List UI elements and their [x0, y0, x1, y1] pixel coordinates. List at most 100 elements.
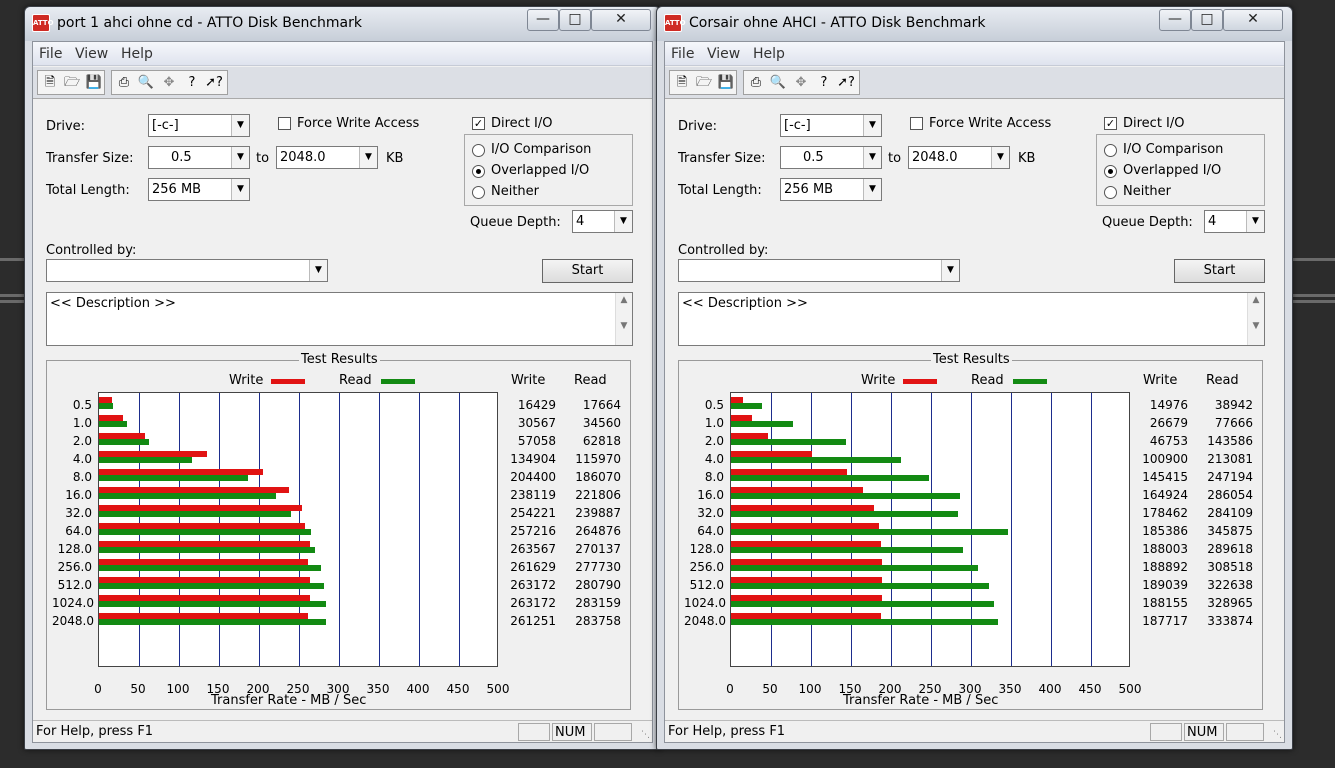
- total-length-select[interactable]: 256 MB ▼: [780, 178, 882, 201]
- queue-depth-value: 4: [576, 214, 585, 229]
- menu-file[interactable]: File: [39, 46, 62, 62]
- save-icon[interactable]: 💾: [84, 74, 104, 92]
- x-tick-label: 300: [958, 682, 982, 696]
- print-icon[interactable]: ⎙: [746, 74, 766, 92]
- context-help-icon[interactable]: ➚?: [204, 74, 224, 92]
- transfer-to-select[interactable]: 2048.0 ▼: [908, 146, 1010, 169]
- chevron-down-icon[interactable]: ▼: [614, 211, 632, 232]
- maximize-button[interactable]: □: [1191, 9, 1223, 31]
- io-mode-radio-1[interactable]: [1104, 165, 1117, 178]
- chevron-down-icon[interactable]: ▼: [309, 260, 327, 281]
- help-icon[interactable]: ?: [182, 74, 202, 92]
- direct-io-checkbox[interactable]: ✓: [1104, 117, 1117, 130]
- io-mode-radio-1[interactable]: [472, 165, 485, 178]
- io-mode-radio-0[interactable]: [472, 144, 485, 157]
- chevron-down-icon[interactable]: ▼: [941, 260, 959, 281]
- minimize-button[interactable]: —: [1159, 9, 1191, 31]
- open-folder-icon[interactable]: 🗁: [62, 74, 82, 92]
- scroll-up-icon[interactable]: ▲: [616, 295, 632, 305]
- chevron-down-icon[interactable]: ▼: [359, 147, 377, 168]
- scroll-down-icon[interactable]: ▼: [1248, 321, 1264, 331]
- resize-grip-icon[interactable]: ⋱: [1273, 730, 1282, 740]
- chevron-down-icon[interactable]: ▼: [991, 147, 1009, 168]
- help-icon[interactable]: ?: [814, 74, 834, 92]
- chevron-down-icon[interactable]: ▼: [231, 147, 249, 168]
- read-bar: [731, 439, 846, 445]
- menu-view[interactable]: View: [75, 46, 108, 62]
- read-value: 115970: [575, 452, 621, 466]
- status-text: For Help, press F1: [668, 724, 786, 739]
- transfer-from-select[interactable]: 0.5 ▼: [148, 146, 250, 169]
- move-icon[interactable]: ✥: [159, 74, 179, 92]
- close-button[interactable]: ✕: [1223, 9, 1283, 31]
- close-button[interactable]: ✕: [591, 9, 651, 31]
- title-bar[interactable]: ATTO Corsair ohne AHCI - ATTO Disk Bench…: [657, 7, 1292, 41]
- open-folder-icon[interactable]: 🗁: [694, 74, 714, 92]
- force-write-checkbox[interactable]: [278, 117, 291, 130]
- transfer-to-value: 2048.0: [912, 150, 958, 165]
- read-value: 221806: [575, 488, 621, 502]
- controlled-by-select[interactable]: ▼: [678, 259, 960, 282]
- io-mode-radio-2[interactable]: [472, 186, 485, 199]
- category-label: 256.0: [57, 560, 92, 574]
- force-write-checkbox[interactable]: [910, 117, 923, 130]
- minimize-button[interactable]: —: [527, 9, 559, 31]
- print-preview-icon[interactable]: 🔍: [768, 74, 788, 92]
- new-file-icon[interactable]: 🗎: [672, 74, 692, 92]
- transfer-to-select[interactable]: 2048.0 ▼: [276, 146, 378, 169]
- io-mode-radio-0[interactable]: [1104, 144, 1117, 157]
- x-tick-label: 400: [406, 682, 430, 696]
- context-help-icon[interactable]: ➚?: [836, 74, 856, 92]
- benchmark-window: ATTO Corsair ohne AHCI - ATTO Disk Bench…: [656, 6, 1293, 750]
- save-icon[interactable]: 💾: [716, 74, 736, 92]
- queue-depth-select[interactable]: 4 ▼: [572, 210, 633, 233]
- scroll-down-icon[interactable]: ▼: [616, 321, 632, 331]
- direct-io-checkbox[interactable]: ✓: [472, 117, 485, 130]
- read-value: 284109: [1207, 506, 1253, 520]
- queue-depth-select[interactable]: 4 ▼: [1204, 210, 1265, 233]
- description-box[interactable]: << Description >> ▲ ▼: [46, 292, 633, 346]
- print-preview-icon[interactable]: 🔍: [136, 74, 156, 92]
- maximize-icon: □: [568, 11, 582, 27]
- chevron-down-icon[interactable]: ▼: [1246, 211, 1264, 232]
- controlled-by-select[interactable]: ▼: [46, 259, 328, 282]
- drive-select[interactable]: [-c-] ▼: [148, 114, 250, 137]
- chevron-down-icon[interactable]: ▼: [231, 115, 249, 136]
- scroll-up-icon[interactable]: ▲: [1248, 295, 1264, 305]
- io-mode-radio-2[interactable]: [1104, 186, 1117, 199]
- read-value: 17664: [582, 398, 621, 412]
- description-scrollbar[interactable]: ▲ ▼: [1247, 293, 1264, 345]
- status-num: NUM: [555, 725, 586, 740]
- menu-view[interactable]: View: [707, 46, 740, 62]
- x-tick-label: 100: [798, 682, 822, 696]
- chevron-down-icon[interactable]: ▼: [863, 115, 881, 136]
- maximize-button[interactable]: □: [559, 9, 591, 31]
- drive-select[interactable]: [-c-] ▼: [780, 114, 882, 137]
- start-button[interactable]: Start: [1174, 259, 1265, 283]
- x-tick-label: 250: [918, 682, 942, 696]
- grid-line: [1011, 393, 1012, 666]
- transfer-from-select[interactable]: 0.5 ▼: [780, 146, 882, 169]
- menu-help[interactable]: Help: [121, 46, 153, 62]
- x-tick-label: 450: [446, 682, 470, 696]
- chevron-down-icon[interactable]: ▼: [863, 147, 881, 168]
- move-icon[interactable]: ✥: [791, 74, 811, 92]
- status-cell-caps: [1150, 723, 1182, 741]
- description-text: << Description >>: [682, 296, 808, 311]
- chevron-down-icon[interactable]: ▼: [231, 179, 249, 200]
- start-button[interactable]: Start: [542, 259, 633, 283]
- read-value: 213081: [1207, 452, 1253, 466]
- menu-help[interactable]: Help: [753, 46, 785, 62]
- title-bar[interactable]: ATTO port 1 ahci ohne cd - ATTO Disk Ben…: [25, 7, 660, 41]
- description-box[interactable]: << Description >> ▲ ▼: [678, 292, 1265, 346]
- menu-file[interactable]: File: [671, 46, 694, 62]
- new-file-icon[interactable]: 🗎: [40, 74, 60, 92]
- atto-app-icon: ATTO: [664, 14, 686, 32]
- read-value: 277730: [575, 560, 621, 574]
- print-icon[interactable]: ⎙: [114, 74, 134, 92]
- total-length-select[interactable]: 256 MB ▼: [148, 178, 250, 201]
- resize-grip-icon[interactable]: ⋱: [641, 730, 650, 740]
- read-value: 328965: [1207, 596, 1253, 610]
- description-scrollbar[interactable]: ▲ ▼: [615, 293, 632, 345]
- chevron-down-icon[interactable]: ▼: [863, 179, 881, 200]
